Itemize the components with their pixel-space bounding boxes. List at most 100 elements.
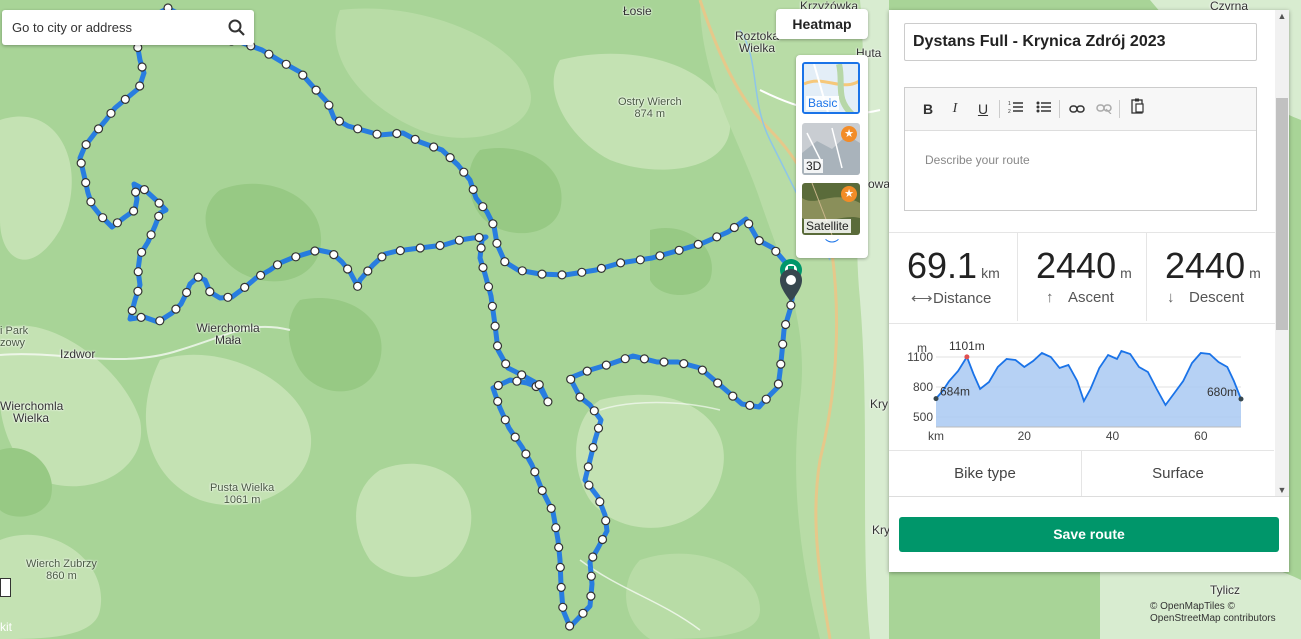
paste-icon[interactable]	[1127, 98, 1149, 120]
route-waypoint[interactable]	[240, 282, 250, 292]
underline-button[interactable]: U	[972, 98, 994, 120]
route-waypoint[interactable]	[589, 406, 599, 416]
route-waypoint[interactable]	[778, 339, 788, 349]
route-waypoint[interactable]	[584, 480, 594, 490]
route-waypoint[interactable]	[205, 287, 215, 297]
route-waypoint[interactable]	[635, 255, 645, 265]
route-waypoint[interactable]	[713, 378, 723, 388]
route-waypoint[interactable]	[537, 485, 547, 496]
route-waypoint[interactable]	[478, 202, 488, 212]
route-waypoint[interactable]	[483, 282, 494, 292]
route-waypoint[interactable]	[745, 400, 755, 410]
bold-button[interactable]: B	[917, 98, 939, 120]
route-waypoint[interactable]	[459, 167, 469, 177]
route-waypoint[interactable]	[154, 211, 164, 221]
route-waypoint[interactable]	[93, 124, 104, 134]
route-waypoint[interactable]	[543, 397, 553, 407]
route-waypoint[interactable]	[659, 357, 669, 367]
route-waypoint[interactable]	[780, 319, 791, 330]
route-waypoint[interactable]	[139, 185, 149, 195]
route-waypoint[interactable]	[392, 128, 402, 139]
route-waypoint[interactable]	[556, 582, 566, 593]
scrollbar-thumb[interactable]	[1276, 98, 1288, 330]
route-waypoint[interactable]	[311, 85, 321, 95]
route-waypoint[interactable]	[146, 230, 156, 240]
route-waypoint[interactable]	[517, 266, 527, 276]
route-waypoint[interactable]	[597, 534, 608, 545]
route-waypoint[interactable]	[693, 239, 703, 249]
route-waypoint[interactable]	[334, 116, 344, 126]
route-waypoint[interactable]	[492, 238, 502, 248]
route-waypoint[interactable]	[76, 158, 86, 168]
italic-button[interactable]: I	[944, 98, 966, 120]
scroll-down-icon[interactable]: ▼	[1275, 484, 1289, 496]
route-waypoint[interactable]	[588, 442, 598, 453]
route-waypoint[interactable]	[155, 316, 165, 326]
route-waypoint[interactable]	[546, 503, 556, 513]
route-waypoint[interactable]	[551, 523, 561, 533]
route-waypoint[interactable]	[445, 153, 455, 163]
scroll-up-icon[interactable]: ▲	[1275, 10, 1289, 22]
route-waypoint[interactable]	[329, 250, 339, 260]
route-waypoint[interactable]	[534, 380, 544, 390]
route-waypoint[interactable]	[478, 262, 488, 273]
route-waypoint[interactable]	[601, 360, 611, 370]
route-waypoint[interactable]	[429, 142, 439, 152]
route-waypoint[interactable]	[98, 213, 108, 223]
save-route-button[interactable]: Save route	[899, 517, 1279, 552]
route-waypoint[interactable]	[786, 300, 796, 310]
route-waypoint[interactable]	[595, 497, 605, 507]
route-waypoint[interactable]	[564, 621, 575, 631]
route-waypoint[interactable]	[112, 218, 123, 228]
route-waypoint[interactable]	[596, 263, 607, 273]
route-waypoint[interactable]	[81, 178, 91, 188]
route-waypoint[interactable]	[454, 235, 464, 245]
route-waypoint[interactable]	[129, 206, 139, 216]
route-waypoint[interactable]	[223, 292, 233, 302]
route-title-input[interactable]	[904, 23, 1257, 61]
route-waypoint[interactable]	[773, 379, 784, 389]
route-waypoint[interactable]	[679, 359, 689, 369]
route-waypoint[interactable]	[476, 243, 486, 253]
route-waypoint[interactable]	[324, 100, 334, 110]
route-waypoint[interactable]	[583, 462, 593, 472]
route-waypoint[interactable]	[575, 392, 585, 402]
route-waypoint[interactable]	[729, 222, 739, 233]
route-waypoint[interactable]	[674, 245, 684, 255]
route-waypoint[interactable]	[474, 232, 484, 243]
route-waypoint[interactable]	[490, 321, 500, 331]
route-waypoint[interactable]	[353, 124, 363, 134]
route-waypoint[interactable]	[127, 305, 137, 316]
route-waypoint[interactable]	[136, 312, 146, 322]
route-waypoint[interactable]	[298, 70, 308, 80]
route-waypoint[interactable]	[754, 236, 764, 246]
bullet-list-icon[interactable]	[1033, 98, 1055, 120]
route-waypoint[interactable]	[593, 423, 604, 433]
route-waypoint[interactable]	[620, 354, 630, 364]
route-waypoint[interactable]	[566, 374, 576, 384]
route-waypoint[interactable]	[582, 366, 592, 376]
route-waypoint[interactable]	[493, 396, 503, 406]
layer-basic[interactable]: Basic	[802, 62, 860, 114]
elevation-chart[interactable]: 1100800500mkm 20 40 601101m684m 680m	[889, 330, 1275, 450]
route-waypoint[interactable]	[281, 59, 291, 69]
route-waypoint[interactable]	[517, 370, 527, 380]
layer-3d[interactable]: ★ 3D	[802, 123, 860, 175]
route-waypoint[interactable]	[131, 187, 141, 197]
route-waypoint[interactable]	[310, 246, 320, 256]
route-waypoint[interactable]	[256, 270, 266, 280]
layer-satellite[interactable]: ★ Satellite	[802, 183, 860, 235]
route-waypoint[interactable]	[615, 258, 626, 268]
tab-surface[interactable]: Surface	[1082, 450, 1274, 496]
route-waypoint[interactable]	[133, 286, 143, 296]
route-waypoint[interactable]	[712, 232, 722, 242]
route-waypoint[interactable]	[395, 246, 405, 256]
route-waypoint[interactable]	[557, 270, 567, 280]
route-waypoint[interactable]	[137, 62, 147, 72]
route-waypoint[interactable]	[182, 287, 192, 298]
route-waypoint[interactable]	[500, 415, 510, 425]
route-waypoint[interactable]	[493, 380, 503, 391]
route-waypoint[interactable]	[577, 267, 587, 277]
route-waypoint[interactable]	[586, 591, 596, 601]
route-waypoint[interactable]	[377, 252, 387, 262]
